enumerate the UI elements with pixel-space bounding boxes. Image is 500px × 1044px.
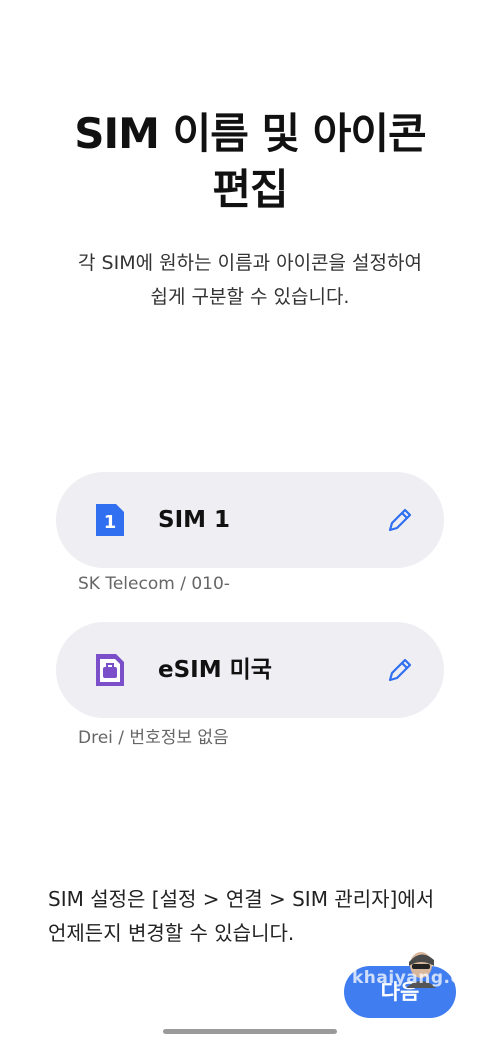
sim-1-icon: 1	[96, 504, 124, 536]
pencil-icon[interactable]	[384, 504, 416, 536]
next-button[interactable]: 다음	[344, 966, 456, 1018]
page-title: SIM 이름 및 아이콘 편집	[74, 109, 426, 214]
pencil-icon[interactable]	[384, 654, 416, 686]
svg-text:1: 1	[104, 512, 117, 533]
briefcase-icon	[96, 654, 124, 686]
sim-card-2[interactable]: eSIM 미국	[56, 622, 444, 718]
sim-carrier-info: SK Telecom / 010-	[78, 574, 230, 594]
settings-footnote: SIM 설정은 [설정 > 연결 > SIM 관리자]에서 언제든지 변경할 수…	[48, 887, 435, 945]
sim-name: eSIM 미국	[158, 657, 272, 683]
sim-card-1[interactable]: 1 SIM 1	[56, 472, 444, 568]
page-subtitle: 각 SIM에 원하는 이름과 아이콘을 설정하여 쉽게 구분할 수 있습니다.	[78, 252, 422, 308]
sim-carrier-info: Drei / 번호정보 없음	[78, 728, 229, 748]
sim-name: SIM 1	[158, 507, 231, 533]
home-indicator[interactable]	[163, 1029, 337, 1034]
sim-edit-screen: SIM 이름 및 아이콘 편집 각 SIM에 원하는 이름과 아이콘을 설정하여…	[0, 0, 500, 1044]
